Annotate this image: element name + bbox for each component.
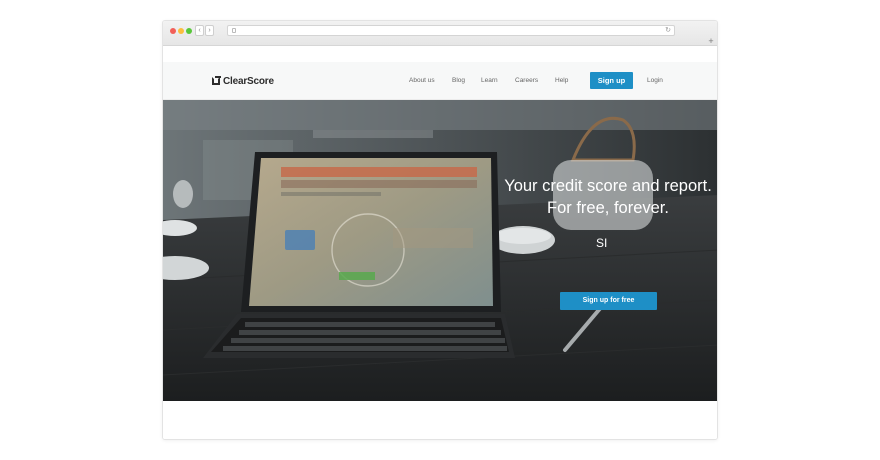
nav-link-about-us[interactable]: About us [409,77,435,84]
webpage: ClearScore About us Blog Learn Careers H… [163,62,717,439]
back-arrow-icon[interactable]: ‹ [195,25,204,36]
nav-link-help[interactable]: Help [555,77,568,84]
login-link[interactable]: Login [647,77,663,84]
signup-button[interactable]: Sign up [590,72,633,89]
forward-arrow-icon[interactable]: › [205,25,214,36]
hero-background-image [163,100,717,401]
address-bar[interactable]: ↻ [227,25,675,36]
clearscore-logo-icon [212,76,221,85]
close-window-icon[interactable] [170,28,176,34]
hero-subtext: SI [596,236,608,250]
browser-window: ‹ › ↻ + ClearScore About us Blog Learn C… [162,20,718,440]
signup-for-free-button[interactable]: Sign up for free [560,292,657,310]
site-header: ClearScore About us Blog Learn Careers H… [163,62,717,100]
reload-icon[interactable]: ↻ [665,27,671,34]
lock-icon [232,28,236,33]
minimize-window-icon[interactable] [178,28,184,34]
hero-heading: Your credit score and report. For free, … [504,177,712,217]
new-tab-plus-icon[interactable]: + [707,37,715,46]
logo[interactable]: ClearScore [212,75,274,87]
nav-link-careers[interactable]: Careers [515,77,538,84]
nav-link-blog[interactable]: Blog [452,77,465,84]
logo-text: ClearScore [223,75,274,87]
nav-link-learn[interactable]: Learn [481,77,498,84]
hero-section: Your credit score and report. For free, … [163,100,717,401]
maximize-window-icon[interactable] [186,28,192,34]
browser-toolbar: ‹ › ↻ + [163,21,717,46]
